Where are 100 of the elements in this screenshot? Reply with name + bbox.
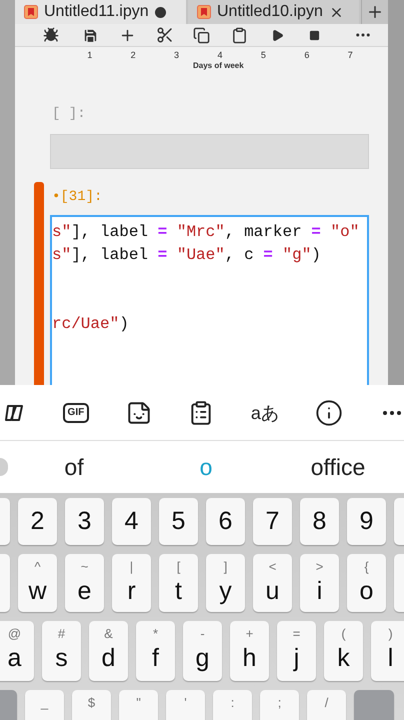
cut-icon[interactable] xyxy=(156,26,174,44)
word-suggestion[interactable]: of xyxy=(8,450,140,484)
code-input-field[interactable] xyxy=(50,134,369,169)
key-hint: ) xyxy=(388,627,393,640)
run-icon[interactable] xyxy=(271,28,284,42)
debug-icon[interactable] xyxy=(43,27,59,43)
key-hint: ; xyxy=(278,696,282,709)
copy-icon[interactable] xyxy=(193,26,210,44)
key-hint: - xyxy=(200,627,205,640)
key-label: y xyxy=(219,579,232,604)
keyboard-key[interactable]: ] y xyxy=(206,554,245,612)
keyboard-key[interactable]: _ xyxy=(25,690,64,720)
save-icon[interactable] xyxy=(82,26,99,44)
keyboard-key[interactable]: - g xyxy=(183,621,222,681)
keyboard-key[interactable]: $ xyxy=(72,690,111,720)
translate-button[interactable]: aあ xyxy=(250,404,279,422)
keyboard-key[interactable]: 5 xyxy=(159,498,198,545)
axis-tick-label: 1 xyxy=(86,49,94,61)
tab-title: Untitled10.ipyn xyxy=(217,2,323,22)
keyboard-key[interactable]: ( k xyxy=(324,621,363,681)
key-hint: + xyxy=(246,627,254,640)
suggestion-handle[interactable] xyxy=(0,458,8,476)
keyboard-key[interactable]: ' xyxy=(166,690,205,720)
key-hint: _ xyxy=(40,696,48,709)
keyboard-key[interactable]: * f xyxy=(136,621,175,681)
key-hint: # xyxy=(58,627,66,640)
keyboard-key[interactable]: " xyxy=(119,690,158,720)
key-label: 5 xyxy=(172,509,186,534)
key-label: h xyxy=(242,646,256,671)
code-line: s"], label = "Mrc", marker = "o" xyxy=(52,222,360,243)
stop-icon[interactable] xyxy=(309,30,320,40)
keyboard-key[interactable]: + h xyxy=(230,621,269,681)
key-label: k xyxy=(337,646,350,671)
key-hint: { xyxy=(364,560,369,573)
keyboard-key[interactable]: 3 xyxy=(65,498,104,545)
key-hint: & xyxy=(104,627,113,640)
keyboard-key[interactable]: ~ e xyxy=(65,554,104,612)
notebook-icon xyxy=(197,5,211,19)
axis-tick-label: 2 xyxy=(130,49,137,61)
cell-prompt: •[31]: xyxy=(52,188,104,206)
keyboard-key[interactable]: > i xyxy=(300,554,339,612)
new-tab-icon[interactable] xyxy=(366,3,384,21)
key-label: 9 xyxy=(360,509,374,534)
info-icon[interactable] xyxy=(315,398,344,426)
key-hint: ^ xyxy=(34,560,41,573)
key-hint: [ xyxy=(176,560,180,573)
keyboard-key[interactable]: ; xyxy=(260,690,299,720)
keyboard-key[interactable]: [ t xyxy=(159,554,198,612)
key-label: w xyxy=(28,579,47,604)
key-hint: @ xyxy=(8,627,22,640)
keyboard-key[interactable]: | r xyxy=(112,554,151,612)
keyboard-key[interactable]: { o xyxy=(347,554,386,612)
keyboard-key[interactable]: & d xyxy=(89,621,128,681)
keyboard-key[interactable]: 8 xyxy=(300,498,339,545)
key-label: j xyxy=(294,646,300,671)
tab-title: Untitled11.ipyn xyxy=(44,2,149,22)
key-hint: > xyxy=(316,560,324,573)
keyboard-key[interactable]: = j xyxy=(277,621,316,681)
cell-prompt: [ ]: xyxy=(52,105,87,123)
paste-icon[interactable] xyxy=(231,26,248,44)
notebook-tab[interactable]: Untitled10.ipyn xyxy=(188,0,359,24)
keyboard-key[interactable]: 9 xyxy=(347,498,386,545)
key-label: u xyxy=(266,579,280,604)
code-editor-field[interactable]: s"], label = "Mrc", marker = "o" s"], label = "Uae", c = "g") rc/Uae") xyxy=(50,215,369,385)
key-label: 8 xyxy=(312,509,326,534)
sticker-icon[interactable] xyxy=(126,400,152,426)
key-label: e xyxy=(78,579,92,604)
key-label: t xyxy=(175,579,182,604)
keyboard-key[interactable]: 2 xyxy=(18,498,57,545)
key-hint: ~ xyxy=(80,560,88,573)
keyboard-key[interactable]: : xyxy=(213,690,252,720)
key-label: g xyxy=(196,646,210,671)
keyboard-key[interactable]: ^ w xyxy=(18,554,57,612)
axis-tick-label: 7 xyxy=(346,49,354,61)
key-label: f xyxy=(152,646,159,671)
key-hint: * xyxy=(152,627,158,640)
key-hint: ( xyxy=(341,627,346,640)
key-label: 4 xyxy=(124,509,138,534)
axis-tick-label: 5 xyxy=(260,49,267,61)
key-hint: ' xyxy=(184,696,187,709)
keyboard-key[interactable]: 7 xyxy=(253,498,292,545)
keyboard-key[interactable]: < u xyxy=(253,554,292,612)
notebook-tab[interactable]: Untitled11.ipyn xyxy=(15,0,186,24)
keyboard-key[interactable]: # s xyxy=(42,621,81,681)
key-label: i xyxy=(316,579,322,604)
keyboard-key[interactable]: @ a xyxy=(0,621,34,681)
key-hint: " xyxy=(136,696,141,709)
gif-button[interactable]: GIF xyxy=(62,402,90,422)
axis-tick-label: 6 xyxy=(303,49,310,61)
notebook-icon xyxy=(24,5,38,19)
key-hint: | xyxy=(130,560,134,573)
keyboard-key[interactable]: 4 xyxy=(112,498,151,545)
axis-label: Days of week xyxy=(193,61,244,71)
keyboard-key[interactable]: / xyxy=(307,690,346,720)
keyboard-key[interactable]: 6 xyxy=(206,498,245,545)
key-label: 6 xyxy=(218,509,232,534)
word-suggestion[interactable]: office xyxy=(272,450,404,484)
key-hint: < xyxy=(268,560,276,573)
keyboard-key[interactable]: ) l xyxy=(371,621,404,681)
key-label: 2 xyxy=(30,509,44,534)
